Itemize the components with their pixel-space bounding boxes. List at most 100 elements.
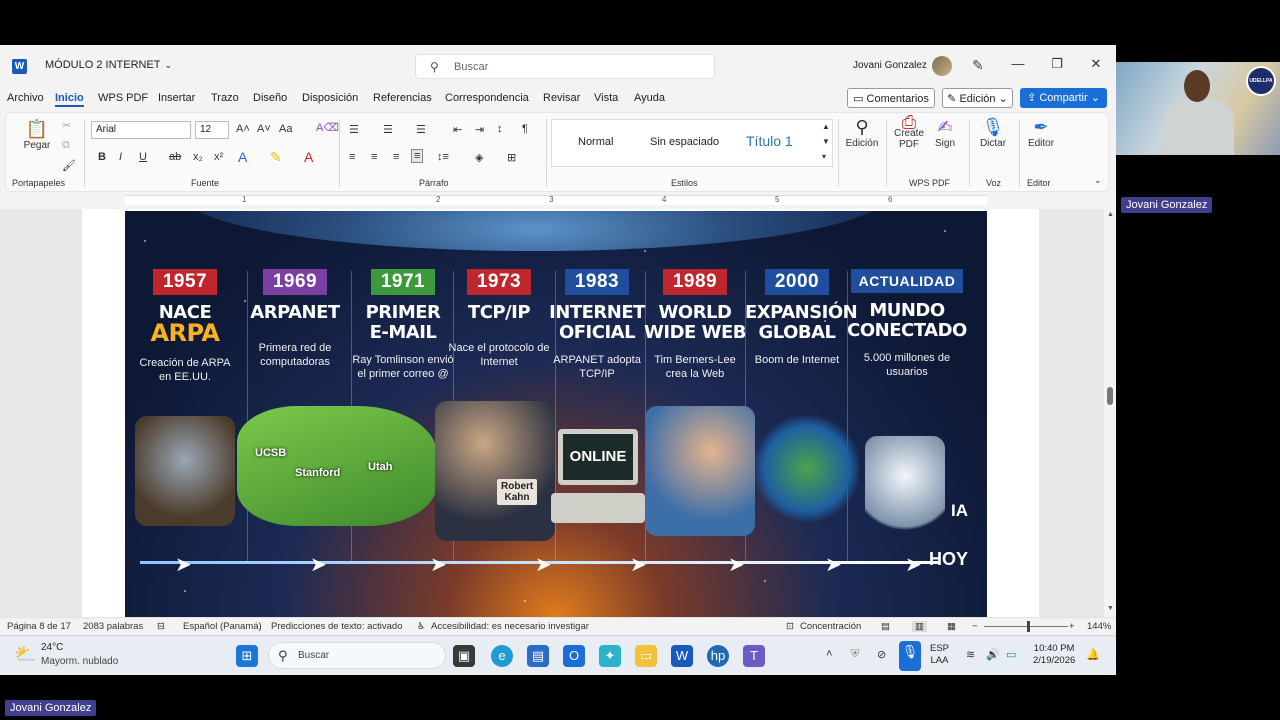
borders-icon[interactable]: ⊞: [507, 151, 516, 164]
read-mode-icon[interactable]: ▤: [881, 621, 890, 632]
language-indicator[interactable]: Español (Panamá): [183, 621, 262, 632]
scroll-down-arrow-icon[interactable]: ▼: [1107, 605, 1114, 612]
increase-indent-icon[interactable]: ⇥: [475, 123, 484, 136]
editing-button[interactable]: ⚲ Edición: [844, 117, 880, 149]
tab-vista[interactable]: Vista: [594, 92, 618, 104]
ruler-track[interactable]: 1 2 3 4 5 6: [125, 195, 987, 205]
account-avatar[interactable]: [932, 56, 952, 76]
weather-description[interactable]: Mayorm. nublado: [41, 656, 118, 667]
word-count[interactable]: 2083 palabras: [83, 621, 143, 632]
dictate-button[interactable]: 🎙 Dictar: [978, 117, 1008, 149]
weather-icon[interactable]: ⛅: [14, 644, 36, 665]
grow-font-icon[interactable]: A˄: [236, 123, 250, 135]
style-normal[interactable]: Normal: [578, 136, 613, 148]
document-title[interactable]: MÓDULO 2 INTERNET ⌄: [45, 59, 172, 71]
scroll-down-icon[interactable]: ▼: [822, 137, 830, 146]
shading-icon[interactable]: ◈: [475, 151, 483, 164]
create-pdf-button[interactable]: ⎙ Create PDF: [892, 113, 926, 150]
taskbar-search[interactable]: ⚲ Buscar: [268, 642, 446, 669]
outlook-icon[interactable]: O: [563, 645, 585, 667]
tab-diseno[interactable]: Diseño: [253, 92, 287, 104]
tab-inicio[interactable]: Inicio: [55, 92, 84, 107]
network-off-icon[interactable]: ⊘: [877, 648, 886, 661]
collapse-ribbon-icon[interactable]: ⌄: [1094, 175, 1102, 186]
account-name[interactable]: Jovani Gonzalez: [853, 60, 927, 71]
vertical-scrollbar[interactable]: ▲ ▼: [1104, 209, 1116, 617]
comments-button[interactable]: ▭ Comentarios: [847, 88, 935, 108]
scroll-up-arrow-icon[interactable]: ▲: [1107, 211, 1114, 218]
tab-revisar[interactable]: Revisar: [543, 92, 580, 104]
tab-trazo[interactable]: Trazo: [211, 92, 239, 104]
word-taskbar-icon[interactable]: W: [671, 645, 693, 667]
justify-icon[interactable]: ≡: [411, 149, 424, 163]
bullets-icon[interactable]: ☰: [349, 123, 359, 136]
scroll-up-icon[interactable]: ▲: [822, 122, 830, 131]
internet-timeline-image[interactable]: 1957 NACE ARPA Creación de ARPA en EE.UU.…: [125, 211, 987, 617]
tab-wps-pdf[interactable]: WPS PDF: [98, 92, 148, 104]
search-box[interactable]: ⚲ Buscar: [415, 54, 715, 79]
zoom-slider[interactable]: [984, 626, 1068, 627]
tab-correspondencia[interactable]: Correspondencia: [445, 92, 529, 104]
task-view-icon[interactable]: ▣: [453, 645, 475, 667]
subscript-icon[interactable]: x₂: [193, 151, 203, 163]
italic-icon[interactable]: I: [119, 151, 122, 163]
sign-button[interactable]: ✍ Sign: [932, 117, 958, 149]
tab-ayuda[interactable]: Ayuda: [634, 92, 665, 104]
editing-mode-button[interactable]: ✎ Edición ⌄: [942, 88, 1013, 108]
scrollbar-thumb[interactable]: [1107, 387, 1113, 405]
zoom-level[interactable]: 144%: [1087, 621, 1111, 632]
document-page[interactable]: 1957 NACE ARPA Creación de ARPA en EE.UU.…: [82, 209, 1039, 617]
show-marks-icon[interactable]: ¶: [522, 123, 528, 135]
zoom-in-icon[interactable]: +: [1069, 621, 1075, 632]
font-name-select[interactable]: Arial: [91, 121, 191, 139]
sort-icon[interactable]: ↕: [497, 123, 503, 135]
tab-disposicion[interactable]: Disposición: [302, 92, 358, 104]
decrease-indent-icon[interactable]: ⇤: [453, 123, 462, 136]
restore-button[interactable]: ❐: [1042, 56, 1072, 72]
text-predictions[interactable]: Predicciones de texto: activado: [271, 621, 403, 632]
highlight-icon[interactable]: ✎: [270, 149, 282, 166]
font-size-select[interactable]: 12: [195, 121, 229, 139]
copilot-icon[interactable]: ✦: [599, 645, 621, 667]
minimize-button[interactable]: —: [1003, 56, 1033, 71]
multilevel-list-icon[interactable]: ☰: [416, 123, 426, 136]
focus-mode[interactable]: Concentración: [800, 621, 861, 632]
designer-pen-icon[interactable]: ✎: [972, 57, 984, 74]
print-layout-icon[interactable]: ▥: [912, 621, 927, 632]
style-no-spacing[interactable]: Sin espaciado: [650, 136, 719, 148]
volume-icon[interactable]: 🔊: [986, 648, 1000, 661]
notification-icon[interactable]: 🔔: [1086, 648, 1100, 661]
accessibility-status[interactable]: Accesibilidad: es necesario investigar: [431, 621, 589, 632]
hp-icon[interactable]: hp: [707, 645, 729, 667]
store-icon[interactable]: ▤: [527, 645, 549, 667]
style-heading-1[interactable]: Título 1: [746, 133, 793, 149]
more-styles-icon[interactable]: ▾: [822, 152, 826, 161]
numbering-icon[interactable]: ☰: [383, 123, 393, 136]
proofing-icon[interactable]: ⊟: [157, 621, 165, 632]
shrink-font-icon[interactable]: A˅: [257, 123, 271, 135]
zoom-slider-thumb[interactable]: [1027, 621, 1030, 632]
battery-icon[interactable]: ▭: [1006, 648, 1016, 661]
windows-start-icon[interactable]: ⊞: [236, 645, 258, 667]
paste-button[interactable]: 📋 Pegar: [22, 119, 52, 151]
edge-icon[interactable]: e: [491, 645, 513, 667]
chevron-up-icon[interactable]: ˄: [826, 648, 832, 660]
microphone-icon[interactable]: 🎙: [899, 641, 921, 671]
cut-icon[interactable]: ✂: [62, 119, 71, 132]
strikethrough-icon[interactable]: ab: [169, 151, 181, 163]
clear-format-icon[interactable]: A⌫: [316, 121, 339, 134]
zoom-out-icon[interactable]: −: [972, 621, 978, 632]
participant-video[interactable]: UDELLPA: [1116, 62, 1280, 155]
bold-icon[interactable]: B: [98, 151, 106, 163]
tab-referencias[interactable]: Referencias: [373, 92, 432, 104]
align-left-icon[interactable]: ≡: [349, 151, 355, 163]
keyboard-language[interactable]: ESP LAA: [930, 643, 949, 667]
change-case-icon[interactable]: Aa: [279, 123, 292, 135]
tab-archivo[interactable]: Archivo: [7, 92, 44, 104]
share-button[interactable]: ⇪ Compartir ⌄: [1020, 88, 1107, 108]
page-count[interactable]: Página 8 de 17: [7, 621, 71, 632]
editor-button[interactable]: ✒ Editor: [1026, 117, 1056, 149]
web-layout-icon[interactable]: ▦: [947, 621, 956, 632]
accessibility-icon[interactable]: ♿: [417, 621, 426, 632]
format-painter-icon[interactable]: 🖌: [62, 159, 76, 172]
